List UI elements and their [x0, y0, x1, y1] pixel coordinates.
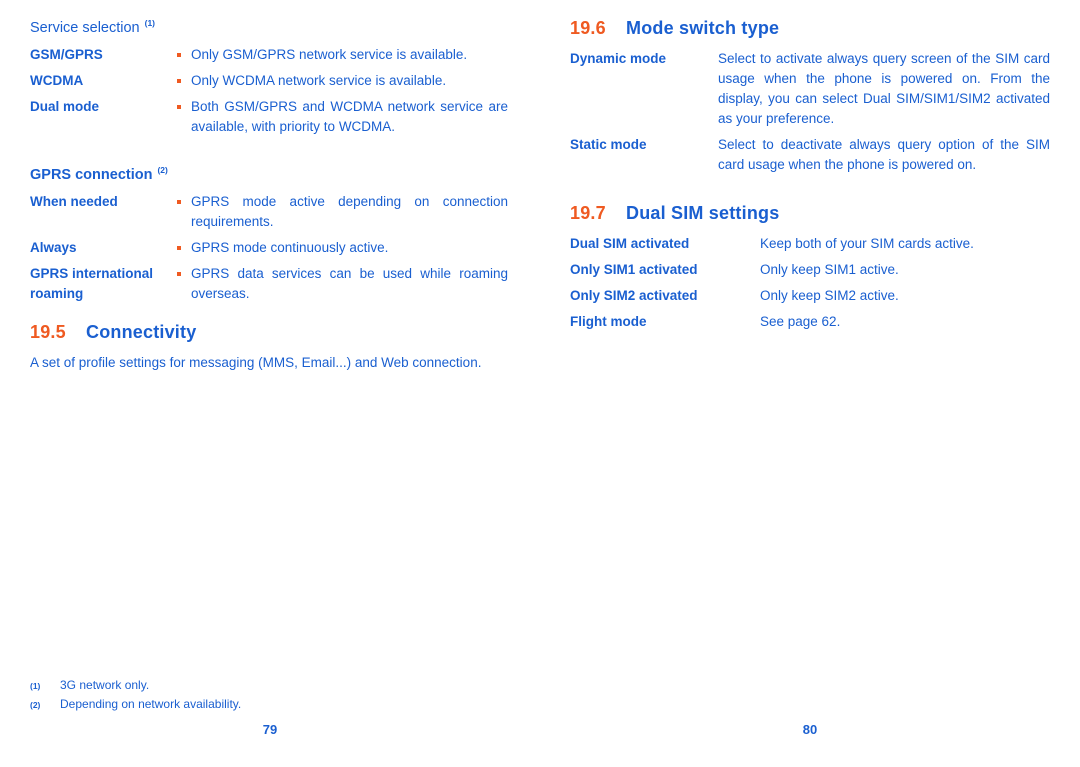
page-79: Service selection (1) GSM/GPRS Only GSM/G…: [0, 0, 540, 767]
definition-row: When needed GPRS mode active depending o…: [30, 192, 508, 232]
definition-description: Only keep SIM1 active.: [760, 262, 899, 277]
definition-description: See page 62.: [760, 314, 841, 329]
gprs-connection-heading: GPRS connection (2): [30, 165, 508, 183]
definition-description: Select to deactivate always query option…: [718, 137, 1050, 172]
mode-switch-list: Dynamic mode Select to activate always q…: [570, 49, 1050, 175]
definition-term: Always: [30, 239, 77, 255]
definition-term: Dual SIM activated: [570, 236, 690, 251]
definition-description: GPRS data services can be used while roa…: [175, 264, 508, 304]
connectivity-section-title: Connectivity: [86, 321, 197, 342]
definition-term: Dual mode: [30, 98, 100, 114]
definition-description: Select to activate always query screen o…: [718, 51, 1050, 126]
service-selection-list: GSM/GPRS Only GSM/GPRS network service i…: [30, 45, 508, 137]
footnote-item: (2) Depending on network availability.: [30, 696, 500, 714]
connectivity-section-heading: 19.5 Connectivity: [30, 322, 508, 343]
service-selection-heading-label: Service selection: [30, 19, 140, 36]
definition-row: Dynamic mode Select to activate always q…: [570, 49, 1050, 129]
definition-description: Both GSM/GPRS and WCDMA network service …: [175, 97, 508, 137]
definition-row: WCDMA Only WCDMA network service is avai…: [30, 71, 508, 91]
definition-row: Dual SIM activated Keep both of your SIM…: [570, 234, 1050, 254]
definition-term: When needed: [30, 193, 118, 209]
definition-row: Always GPRS mode continuously active.: [30, 238, 508, 258]
definition-row: Only SIM2 activated Only keep SIM2 activ…: [570, 286, 1050, 306]
footnotes: (1) 3G network only. (2) Depending on ne…: [30, 677, 500, 715]
definition-row: Only SIM1 activated Only keep SIM1 activ…: [570, 260, 1050, 280]
two-page-spread: Service selection (1) GSM/GPRS Only GSM/G…: [0, 0, 1080, 767]
footnote-text: Depending on network availability.: [60, 697, 242, 711]
definition-description: Keep both of your SIM cards active.: [760, 236, 974, 251]
definition-row: Dual mode Both GSM/GPRS and WCDMA networ…: [30, 97, 508, 137]
connectivity-section-number: 19.5: [30, 321, 66, 342]
dual-sim-section-number: 19.7: [570, 203, 606, 223]
mode-switch-section-title: Mode switch type: [626, 18, 780, 38]
definition-description: GPRS mode active depending on connection…: [175, 192, 508, 232]
definition-term: GPRS international roaming: [30, 265, 154, 301]
page-number-right: 80: [802, 722, 818, 737]
definition-row: GSM/GPRS Only GSM/GPRS network service i…: [30, 45, 508, 65]
footnote-marker: (1): [30, 681, 41, 691]
gprs-connection-list: When needed GPRS mode active depending o…: [30, 192, 508, 304]
page-80: 19.6 Mode switch type Dynamic mode Selec…: [540, 0, 1080, 767]
footnote-text: 3G network only.: [60, 678, 150, 692]
footnote-item: (1) 3G network only.: [30, 677, 500, 695]
definition-term: Flight mode: [570, 314, 647, 329]
mode-switch-section-number: 19.6: [570, 18, 606, 38]
definition-description: Only keep SIM2 active.: [760, 288, 899, 303]
footnote-marker: (2): [30, 700, 41, 710]
dual-sim-section-heading: 19.7 Dual SIM settings: [570, 203, 1050, 224]
connectivity-body-text: A set of profile settings for messaging …: [30, 354, 482, 370]
definition-description: Only WCDMA network service is available.: [175, 71, 508, 91]
definition-term: Only SIM1 activated: [570, 262, 698, 277]
service-selection-footnote-marker: (1): [144, 18, 155, 28]
definition-term: Only SIM2 activated: [570, 288, 698, 303]
page-number-left: 79: [262, 722, 278, 737]
gprs-connection-heading-label: GPRS connection: [30, 166, 153, 183]
mode-switch-section-heading: 19.6 Mode switch type: [570, 18, 1050, 39]
dual-sim-section-title: Dual SIM settings: [626, 203, 780, 223]
gprs-connection-footnote-marker: (2): [157, 164, 168, 175]
definition-description: GPRS mode continuously active.: [175, 238, 508, 258]
dual-sim-list: Dual SIM activated Keep both of your SIM…: [570, 234, 1050, 332]
definition-row: Flight mode See page 62.: [570, 312, 1050, 332]
definition-term: Static mode: [570, 137, 647, 152]
definition-term: WCDMA: [30, 72, 84, 88]
definition-row: GPRS international roaming GPRS data ser…: [30, 264, 508, 304]
definition-term: Dynamic mode: [570, 51, 667, 66]
definition-row: Static mode Select to deactivate always …: [570, 135, 1050, 175]
service-selection-heading: Service selection (1): [30, 18, 508, 36]
definition-term: GSM/GPRS: [30, 46, 103, 62]
definition-description: Only GSM/GPRS network service is availab…: [175, 45, 508, 65]
